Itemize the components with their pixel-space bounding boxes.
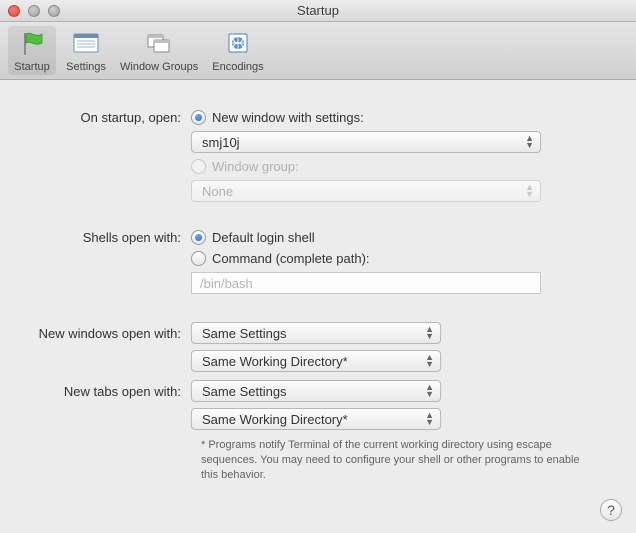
settings-popup-value: smj10j	[202, 135, 240, 150]
popup-value: Same Settings	[202, 326, 287, 341]
settings-icon	[70, 28, 102, 60]
window-groups-icon	[143, 28, 175, 60]
window-group-popup-value: None	[202, 184, 233, 199]
updown-icon: ▲▼	[525, 184, 534, 198]
label-new-tabs: New tabs open with:	[26, 384, 191, 399]
toolbar: Startup Settings	[0, 22, 636, 80]
new-windows-dir-popup[interactable]: Same Working Directory* ▲▼	[191, 350, 441, 372]
radio-default-shell-label[interactable]: Default login shell	[212, 230, 315, 245]
label-on-startup: On startup, open:	[26, 110, 191, 125]
toolbar-tab-startup[interactable]: Startup	[8, 26, 56, 75]
updown-icon: ▲▼	[425, 326, 434, 340]
radio-default-shell[interactable]	[191, 230, 206, 245]
toolbar-tab-label: Window Groups	[120, 61, 198, 73]
radio-window-group[interactable]	[191, 159, 206, 174]
preferences-window: Startup Startup Settings	[0, 0, 636, 533]
window-group-popup: None ▲▼	[191, 180, 541, 202]
new-tabs-settings-popup[interactable]: Same Settings ▲▼	[191, 380, 441, 402]
radio-window-group-label[interactable]: Window group:	[212, 159, 299, 174]
help-button[interactable]: ?	[600, 499, 622, 521]
radio-command-label[interactable]: Command (complete path):	[212, 251, 370, 266]
updown-icon: ▲▼	[425, 354, 434, 368]
popup-value: Same Working Directory*	[202, 354, 348, 369]
toolbar-tab-encodings[interactable]: Encodings	[208, 26, 267, 75]
window-title: Startup	[0, 3, 636, 18]
updown-icon: ▲▼	[525, 135, 534, 149]
new-tabs-dir-popup[interactable]: Same Working Directory* ▲▼	[191, 408, 441, 430]
footnote: * Programs notify Terminal of the curren…	[201, 438, 580, 483]
flag-icon	[16, 28, 48, 60]
toolbar-tab-label: Encodings	[212, 61, 263, 73]
updown-icon: ▲▼	[425, 384, 434, 398]
titlebar: Startup	[0, 0, 636, 22]
popup-value: Same Settings	[202, 384, 287, 399]
radio-new-window-label[interactable]: New window with settings:	[212, 110, 364, 125]
toolbar-tab-window-groups[interactable]: Window Groups	[116, 26, 202, 75]
toolbar-tab-label: Settings	[66, 61, 106, 73]
updown-icon: ▲▼	[425, 412, 434, 426]
popup-value: Same Working Directory*	[202, 412, 348, 427]
label-shells-open: Shells open with:	[26, 230, 191, 245]
toolbar-tab-settings[interactable]: Settings	[62, 26, 110, 75]
radio-new-window[interactable]	[191, 110, 206, 125]
label-new-windows: New windows open with:	[26, 326, 191, 341]
toolbar-tab-label: Startup	[14, 61, 49, 73]
encodings-icon	[222, 28, 254, 60]
new-windows-settings-popup[interactable]: Same Settings ▲▼	[191, 322, 441, 344]
radio-command[interactable]	[191, 251, 206, 266]
command-path-input	[191, 272, 541, 294]
help-icon: ?	[607, 502, 615, 518]
startup-pane: On startup, open: New window with settin…	[0, 80, 636, 493]
settings-popup[interactable]: smj10j ▲▼	[191, 131, 541, 153]
